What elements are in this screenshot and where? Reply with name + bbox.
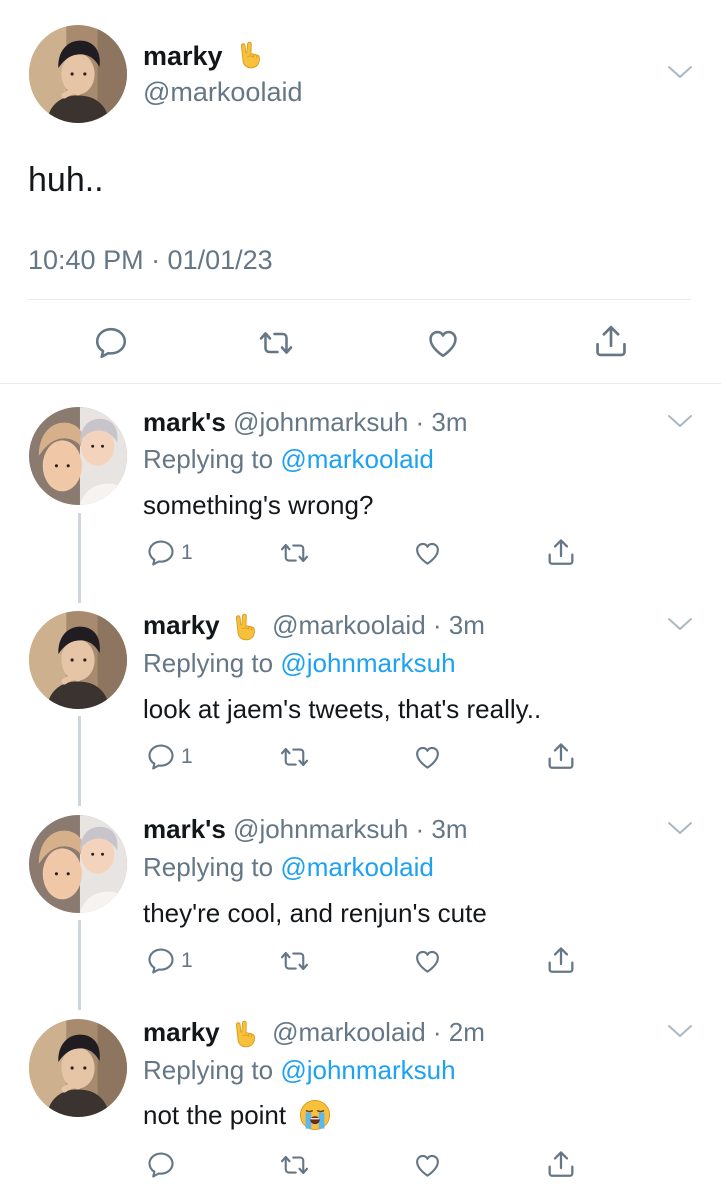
reply-time: · 3m (415, 407, 468, 437)
tweet-timestamp[interactable]: 10:40 PM · 01/01/23 (28, 244, 273, 276)
retweet-button[interactable] (278, 946, 311, 976)
like-button[interactable] (412, 946, 443, 976)
avatar[interactable] (29, 25, 127, 123)
reply-icon (146, 538, 176, 568)
retweet-button[interactable] (278, 742, 311, 772)
retweet-icon (257, 325, 295, 361)
like-icon (412, 946, 443, 976)
reply-text: something's wrong? (143, 490, 374, 520)
avatar[interactable] (29, 407, 127, 505)
replying-to-link[interactable]: @markoolaid (280, 852, 434, 882)
chevron-down-icon[interactable] (667, 820, 693, 836)
display-name[interactable]: marky (143, 40, 262, 72)
reply-time: · 3m (415, 814, 468, 844)
divider (28, 299, 691, 300)
share-button[interactable] (545, 944, 577, 976)
chevron-down-icon[interactable] (667, 64, 693, 80)
loudly-crying-face-emoji (299, 1099, 331, 1131)
replying-to: Replying to @johnmarksuh (143, 648, 456, 678)
chevron-down-icon[interactable] (667, 616, 693, 632)
handle[interactable]: @markoolaid (272, 610, 426, 640)
tweet-text: huh.. (28, 161, 104, 199)
avatar[interactable] (29, 815, 127, 913)
retweet-icon (278, 1150, 311, 1180)
like-icon (412, 538, 443, 568)
share-button[interactable] (545, 740, 577, 772)
replying-to-link[interactable]: @markoolaid (280, 444, 434, 474)
share-icon (592, 322, 630, 360)
like-icon (412, 1150, 443, 1180)
rock-on-hand-emoji (238, 41, 262, 69)
reply-icon (93, 325, 129, 361)
reply-count: 1 (181, 949, 193, 972)
handle[interactable]: @markoolaid (272, 1017, 426, 1047)
handle[interactable]: @markoolaid (143, 76, 302, 108)
rock-on-hand-emoji (233, 1020, 257, 1048)
share-icon (545, 740, 577, 772)
retweet-icon (278, 946, 311, 976)
display-name[interactable]: marky (143, 1017, 220, 1047)
display-name[interactable]: marky (143, 610, 220, 640)
replying-to-link[interactable]: @johnmarksuh (280, 1055, 455, 1085)
avatar[interactable] (29, 1019, 127, 1117)
reply-count: 1 (181, 541, 193, 564)
like-button[interactable] (412, 538, 443, 568)
chevron-down-icon[interactable] (667, 1023, 693, 1039)
retweet-button[interactable] (257, 325, 295, 361)
retweet-button[interactable] (278, 1150, 311, 1180)
like-button[interactable] (412, 742, 443, 772)
display-name[interactable]: mark's (143, 814, 226, 844)
retweet-button[interactable] (278, 538, 311, 568)
retweet-icon (278, 538, 311, 568)
reply-button[interactable] (146, 1150, 181, 1180)
share-icon (545, 944, 577, 976)
reply-icon (146, 946, 176, 976)
reply-text: they're cool, and renjun's cute (143, 898, 487, 928)
avatar[interactable] (29, 611, 127, 709)
replying-to: Replying to @markoolaid (143, 444, 434, 474)
replying-to: Replying to @johnmarksuh (143, 1055, 456, 1085)
chevron-down-icon[interactable] (667, 413, 693, 429)
thread-line (78, 513, 81, 603)
retweet-icon (278, 742, 311, 772)
reply-button[interactable]: 1 (146, 538, 193, 568)
thread-line (78, 920, 81, 1010)
share-button[interactable] (592, 322, 630, 360)
reply-button[interactable] (93, 325, 129, 361)
share-button[interactable] (545, 1148, 577, 1180)
thread-line (78, 716, 81, 806)
handle[interactable]: @johnmarksuh (233, 814, 408, 844)
reply-text: not the point (143, 1100, 331, 1131)
like-button[interactable] (412, 1150, 443, 1180)
like-icon (424, 325, 462, 361)
reply-icon (146, 1150, 176, 1180)
share-button[interactable] (545, 536, 577, 568)
reply-icon (146, 742, 176, 772)
like-icon (412, 742, 443, 772)
reply-time: · 2m (432, 1017, 485, 1047)
share-icon (545, 536, 577, 568)
reply-text: look at jaem's tweets, that's really.. (143, 694, 542, 724)
reply-time: · 3m (432, 610, 485, 640)
like-button[interactable] (424, 325, 462, 361)
reply-button[interactable]: 1 (146, 742, 193, 772)
reply-button[interactable]: 1 (146, 946, 193, 976)
replying-to-link[interactable]: @johnmarksuh (280, 648, 455, 678)
display-name[interactable]: mark's (143, 407, 226, 437)
share-icon (545, 1148, 577, 1180)
handle[interactable]: @johnmarksuh (233, 407, 408, 437)
rock-on-hand-emoji (233, 613, 257, 641)
section-divider (0, 383, 721, 384)
replying-to: Replying to @markoolaid (143, 852, 434, 882)
reply-count: 1 (181, 745, 193, 768)
